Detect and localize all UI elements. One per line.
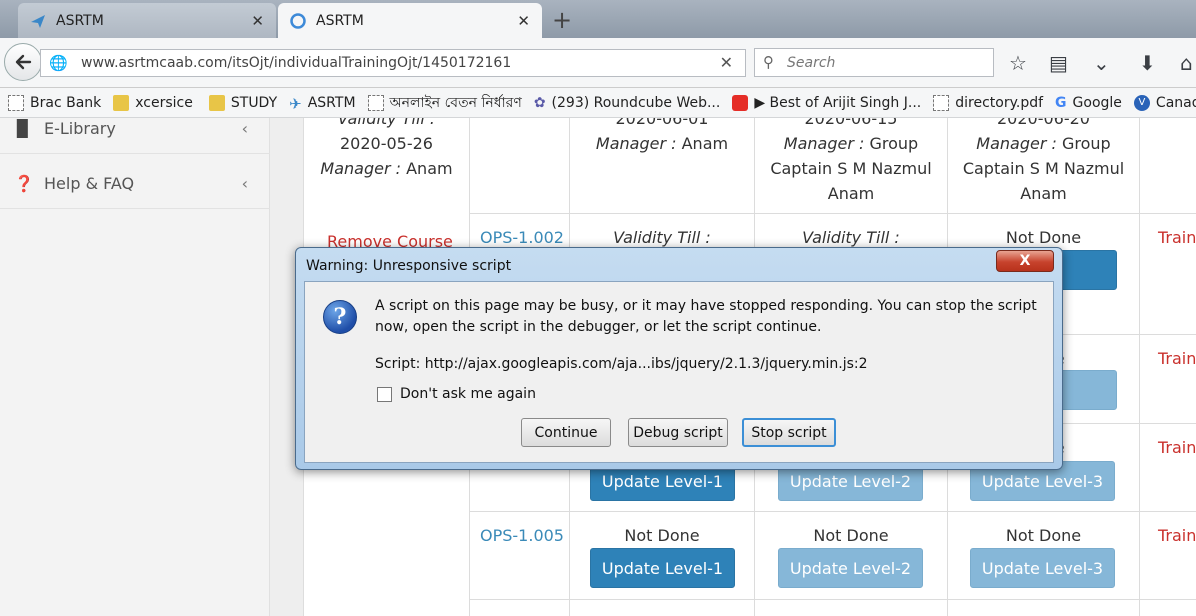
- bookmark-asrtm[interactable]: ✈ ASRTM: [289, 94, 355, 113]
- folder-icon: [208, 94, 225, 111]
- globe-icon: 🌐: [49, 54, 68, 72]
- bookmark-study[interactable]: STUDY: [208, 94, 277, 111]
- sidebar-item-label: Help & FAQ: [44, 174, 135, 193]
- bookmark-salary[interactable]: অনলাইন বেতন নির্ধারণ: [367, 91, 522, 115]
- arrow-left-icon: [15, 54, 32, 70]
- row-divider: [469, 511, 1196, 512]
- close-icon: X: [1019, 253, 1031, 269]
- sidebar-item-e-library[interactable]: ▉ E-Library ‹: [0, 118, 270, 154]
- search-icon: ⚲: [763, 53, 774, 71]
- chevron-left-icon: ‹: [241, 119, 248, 138]
- dialog-script-path: Script: http://ajax.googleapis.com/aja..…: [375, 356, 868, 372]
- training-info-col1: 2020-06-01 Manager : Anam: [595, 118, 729, 153]
- tab-asrtm-1[interactable]: ASRTM ✕: [18, 3, 276, 38]
- update-level-2-button[interactable]: Update Level-2: [778, 548, 923, 588]
- bookmark-arijit-singh[interactable]: ▶ Best of Arijit Singh J...: [732, 94, 921, 111]
- training-info-col3: 2020-06-20 Manager : Group Captain S M N…: [962, 118, 1125, 203]
- tab-title: ASRTM: [316, 12, 364, 29]
- download-icon[interactable]: ⬇: [1139, 51, 1156, 75]
- question-icon: ?: [323, 300, 357, 334]
- dialog-message: A script on this page may be busy, or it…: [375, 298, 1037, 335]
- train-link[interactable]: Train: [1158, 438, 1196, 457]
- reading-list-icon[interactable]: ▤: [1049, 51, 1068, 75]
- loading-icon: [288, 11, 308, 31]
- roundcube-icon: ✿: [533, 94, 546, 111]
- column-divider: [1139, 118, 1140, 616]
- bookmark-xcersice[interactable]: xcersice: [113, 94, 193, 111]
- bookmark-google[interactable]: G Google: [1055, 95, 1122, 111]
- sidebar-item-label: E-Library: [44, 119, 116, 138]
- sidebar-item-help-faq[interactable]: ❓ Help & FAQ ‹: [0, 159, 270, 209]
- debug-script-button[interactable]: Debug script: [628, 418, 728, 447]
- page-icon: [8, 94, 24, 111]
- bookmark-canada[interactable]: VCanada -: [1133, 94, 1196, 111]
- navigation-bar: 🌐 www.asrtmcaab.com/itsOjt/individualTra…: [0, 38, 1196, 88]
- plane-icon: [28, 11, 48, 31]
- home-icon[interactable]: ⌂: [1180, 51, 1193, 75]
- dialog-title: Warning: Unresponsive script: [306, 258, 512, 274]
- checkbox[interactable]: [377, 386, 392, 402]
- close-icon[interactable]: ✕: [720, 53, 733, 72]
- tab-strip: ASRTM ✕ ASRTM ✕ +: [0, 0, 1196, 38]
- v-icon: V: [1133, 94, 1150, 111]
- row-divider: [469, 599, 1196, 600]
- checkbox-label: Don't ask me again: [400, 386, 536, 402]
- row-divider: [469, 213, 1196, 214]
- page-icon: [367, 94, 384, 111]
- dont-ask-checkbox[interactable]: Don't ask me again: [377, 386, 536, 402]
- train-link[interactable]: Train: [1158, 526, 1196, 545]
- url-text: www.asrtmcaab.com/itsOjt/individualTrain…: [81, 55, 512, 71]
- youtube-icon: [732, 94, 749, 111]
- status-text: Not Done: [624, 526, 700, 545]
- stop-script-button[interactable]: Stop script: [742, 418, 836, 447]
- training-info-col0: Validity Till : 2020-05-26 Manager : Ana…: [320, 118, 453, 178]
- new-tab-icon[interactable]: +: [552, 6, 572, 34]
- close-button[interactable]: X: [996, 250, 1054, 272]
- pocket-icon[interactable]: ⌄: [1093, 51, 1110, 75]
- star-icon[interactable]: ☆: [1009, 51, 1027, 75]
- folder-icon: [113, 94, 130, 111]
- page-icon: [933, 94, 950, 111]
- google-icon: G: [1055, 94, 1067, 111]
- course-code-link[interactable]: OPS-1.002: [480, 228, 564, 247]
- tab-asrtm-2[interactable]: ASRTM ✕: [278, 3, 542, 38]
- update-level-1-button[interactable]: Update Level-1: [590, 548, 735, 588]
- train-link[interactable]: Train: [1158, 349, 1196, 368]
- status-text: Not Done: [813, 526, 889, 545]
- dialog-body: ? A script on this page may be busy, or …: [304, 281, 1054, 463]
- update-level-3-button[interactable]: Update Level-3: [970, 548, 1115, 588]
- search-placeholder: Search: [787, 54, 836, 71]
- bookmark-brac-bank[interactable]: Brac Bank: [8, 94, 101, 111]
- continue-button[interactable]: Continue: [521, 418, 611, 447]
- search-input[interactable]: ⚲ Search: [754, 48, 994, 77]
- close-tab-icon[interactable]: ✕: [251, 12, 264, 30]
- browser-window: ASRTM ✕ ASRTM ✕ + 🌐 www.asrtmcaab.com/it…: [0, 0, 1196, 616]
- back-button[interactable]: [4, 43, 42, 81]
- unresponsive-script-dialog: Warning: Unresponsive script X ? A scrip…: [295, 247, 1063, 470]
- training-info-col2: 2020-06-15 Manager : Group Captain S M N…: [770, 118, 932, 203]
- url-bar[interactable]: 🌐 www.asrtmcaab.com/itsOjt/individualTra…: [40, 49, 746, 77]
- book-icon: ▉: [16, 119, 30, 138]
- course-code-link[interactable]: OPS-1.005: [480, 526, 564, 545]
- bookmark-roundcube[interactable]: ✿ (293) Roundcube Web...: [534, 95, 721, 111]
- bookmark-directory-pdf[interactable]: directory.pdf: [933, 94, 1043, 111]
- train-link[interactable]: Train: [1158, 228, 1196, 247]
- status-text: Not Done: [1005, 526, 1082, 545]
- close-tab-icon[interactable]: ✕: [517, 12, 530, 30]
- tab-title: ASRTM: [56, 12, 104, 29]
- chevron-left-icon: ‹: [241, 174, 248, 193]
- plane-icon: ✈: [289, 94, 302, 113]
- question-icon: ❓: [14, 174, 34, 193]
- bookmarks-bar: Brac Bank xcersice STUDY ✈ ASRTM অনলাইন ব…: [0, 88, 1196, 118]
- sidebar: ▉ E-Library ‹ ❓ Help & FAQ ‹: [0, 118, 270, 616]
